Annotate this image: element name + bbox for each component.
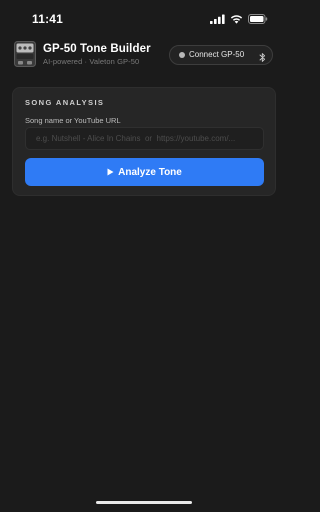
analyze-button-label: Analyze Tone [118, 166, 182, 178]
connection-status-dot [179, 52, 185, 58]
play-icon [107, 168, 114, 176]
song-analysis-card: SONG ANALYSIS Song name or YouTube URL A… [12, 87, 276, 196]
bluetooth-icon [259, 50, 266, 62]
cellular-signal-icon [210, 14, 225, 24]
song-input-label: Song name or YouTube URL [25, 116, 121, 125]
song-input[interactable] [25, 127, 264, 150]
home-indicator [96, 501, 192, 504]
connect-button-label: Connect GP-50 [189, 50, 245, 59]
connect-gp50-button[interactable]: Connect GP-50 [169, 45, 273, 65]
status-bar: 11:41 [0, 0, 288, 36]
analyze-tone-button[interactable]: Analyze Tone [25, 158, 264, 186]
status-icons [210, 13, 268, 25]
wifi-icon [230, 14, 243, 24]
app-title: GP-50 Tone Builder [43, 43, 151, 55]
section-title: SONG ANALYSIS [25, 98, 105, 107]
battery-icon [248, 14, 268, 24]
status-time: 11:41 [32, 12, 64, 26]
app-subtitle: AI-powered · Valeton GP-50 [43, 57, 140, 66]
pedal-device-icon [14, 41, 36, 67]
app-screen: 11:41 GP-50 Tone Builder AI-powered · Va… [0, 0, 288, 512]
app-header: GP-50 Tone Builder AI-powered · Valeton … [0, 36, 288, 78]
